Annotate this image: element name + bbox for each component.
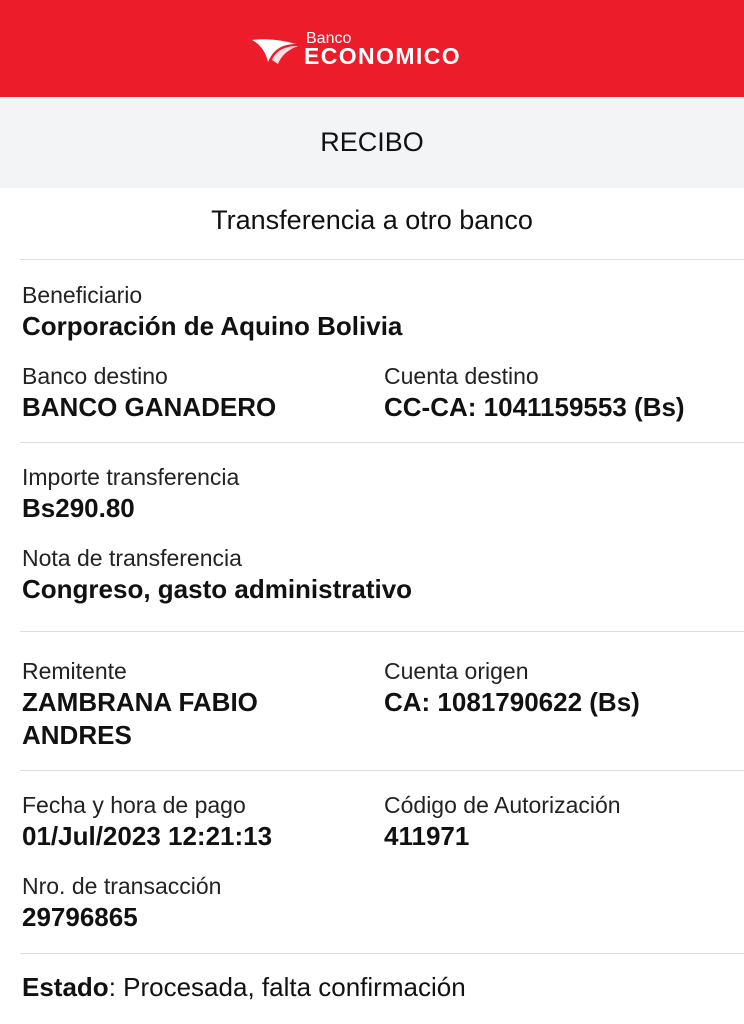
sender-field: Remitente ZAMBRANA FABIO ANDRES <box>22 656 352 752</box>
amount-label: Importe transferencia <box>22 464 240 490</box>
destination-account-label: Cuenta destino <box>384 363 539 389</box>
beneficiary-label: Beneficiario <box>22 282 143 308</box>
transfer-note-label: Nota de transferencia <box>22 545 242 571</box>
status-separator: : <box>108 972 124 1002</box>
beneficiary-value: Corporación de Aquino Bolivia <box>22 311 403 341</box>
payment-datetime-label: Fecha y hora de pago <box>22 792 246 818</box>
amount-value: Bs290.80 <box>22 493 135 523</box>
transaction-number-label: Nro. de transacción <box>22 873 222 899</box>
origin-account-value: CA: 1081790622 (Bs) <box>384 687 640 717</box>
divider <box>20 442 744 443</box>
page-title: RECIBO <box>320 127 424 157</box>
receipt-title-bar: RECIBO <box>0 97 744 188</box>
sender-label: Remitente <box>22 658 127 684</box>
brand-name: ECONOMICO <box>304 43 461 69</box>
destination-account-value: CC-CA: 1041159553 (Bs) <box>384 392 685 422</box>
transaction-number-field: Nro. de transacción 29796865 <box>22 871 221 934</box>
status-line: Estado: Procesada, falta confirmación <box>22 972 466 1003</box>
destination-bank-label: Banco destino <box>22 363 168 389</box>
app-header: Banco ECONOMICO <box>0 0 744 97</box>
status-label: Estado <box>22 972 109 1002</box>
transaction-number-value: 29796865 <box>22 902 138 932</box>
divider <box>20 770 744 771</box>
status-value: Procesada, falta confirmación <box>123 972 466 1002</box>
payment-datetime-value: 01/Jul/2023 12:21:13 <box>22 821 273 851</box>
divider <box>20 259 744 260</box>
authorization-code-field: Código de Autorización 411971 <box>384 790 621 853</box>
beneficiary-field: Beneficiario Corporación de Aquino Boliv… <box>22 280 402 343</box>
transfer-note-value: Congreso, gasto administrativo <box>22 574 413 604</box>
divider <box>20 631 744 632</box>
origin-account-label: Cuenta origen <box>384 658 529 684</box>
bird-logo-icon <box>252 39 298 64</box>
origin-account-field: Cuenta origen CA: 1081790622 (Bs) <box>384 656 640 719</box>
section-title: Transferencia a otro banco <box>211 205 533 235</box>
authorization-code-label: Código de Autorización <box>384 792 621 818</box>
divider <box>20 953 744 954</box>
payment-datetime-field: Fecha y hora de pago 01/Jul/2023 12:21:1… <box>22 790 272 853</box>
transfer-note-field: Nota de transferencia Congreso, gasto ad… <box>22 543 412 606</box>
destination-bank-value: BANCO GANADERO <box>22 392 277 422</box>
amount-field: Importe transferencia Bs290.80 <box>22 462 239 525</box>
destination-bank-field: Banco destino BANCO GANADERO <box>22 361 276 424</box>
sender-value: ZAMBRANA FABIO ANDRES <box>22 687 258 750</box>
bank-logo: Banco ECONOMICO <box>252 30 502 70</box>
authorization-code-value: 411971 <box>384 821 470 851</box>
destination-account-field: Cuenta destino CC-CA: 1041159553 (Bs) <box>384 361 685 424</box>
